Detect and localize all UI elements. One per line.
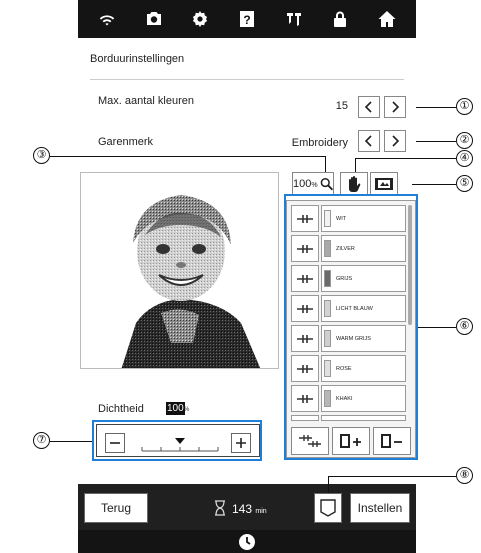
hand-tool-button[interactable] xyxy=(340,172,368,196)
density-unit: % xyxy=(184,407,190,413)
frame-preview-button[interactable] xyxy=(370,172,398,196)
callout-2: ② xyxy=(456,132,473,149)
density-value: 100 xyxy=(166,402,185,415)
thread-brand-next-button[interactable] xyxy=(384,130,406,152)
callout-7: ⑦ xyxy=(33,432,50,449)
frame-select-button[interactable] xyxy=(314,493,342,523)
embroidery-preview-image xyxy=(80,172,279,369)
bottom-action-bar: Terug 143 min Instellen xyxy=(78,484,416,530)
home-icon[interactable] xyxy=(374,6,400,32)
svg-text:?: ? xyxy=(243,13,250,27)
callout-3: ③ xyxy=(33,147,50,164)
magnifier-icon xyxy=(320,177,333,191)
callout-line-1 xyxy=(416,107,456,108)
callout-line-5 xyxy=(412,184,456,185)
settings-icon[interactable] xyxy=(187,6,213,32)
chevron-left-icon xyxy=(364,101,372,113)
max-colors-increase-button[interactable] xyxy=(384,96,406,118)
callout-4: ④ xyxy=(456,150,473,167)
back-button[interactable]: Terug xyxy=(84,493,148,523)
zoom-value: 100 xyxy=(293,178,312,190)
callout-line-4 xyxy=(355,158,456,159)
hand-icon xyxy=(349,176,361,192)
chevron-left-icon xyxy=(364,135,372,147)
hourglass-icon xyxy=(215,500,225,516)
callout-line-6 xyxy=(418,327,456,328)
chevron-right-icon xyxy=(392,135,400,147)
status-bar xyxy=(78,530,416,553)
frame-icon xyxy=(320,499,336,517)
clock-icon[interactable] xyxy=(238,533,256,551)
needle-icon[interactable] xyxy=(281,6,307,32)
time-unit: min xyxy=(255,508,267,515)
lock-icon[interactable] xyxy=(327,6,353,32)
zoom-button[interactable]: 100% xyxy=(292,172,334,196)
time-value: 143 xyxy=(232,502,253,516)
child-portrait-image xyxy=(81,173,278,368)
callout-line-7 xyxy=(50,441,92,442)
thread-brand-label: Garenmerk xyxy=(98,136,154,148)
callout-line-8 xyxy=(328,476,456,477)
page-title: Borduurinstellingen xyxy=(90,53,185,65)
max-colors-decrease-button[interactable] xyxy=(358,96,380,118)
callout-line-2 xyxy=(416,141,456,142)
chevron-right-icon xyxy=(392,101,400,113)
callout-line-8v xyxy=(328,476,329,493)
max-colors-label: Max. aantal kleuren xyxy=(98,95,194,107)
callout-line-3v xyxy=(325,156,326,172)
zoom-unit: % xyxy=(311,182,318,189)
wifi-icon[interactable] xyxy=(94,6,120,32)
callout-line-4v xyxy=(355,158,356,172)
stitch-time: 143 min xyxy=(232,502,267,516)
callout-6: ⑥ xyxy=(456,318,473,335)
hoop-icon xyxy=(375,178,393,190)
help-icon[interactable]: ? xyxy=(234,6,260,32)
density-label: Dichtheid xyxy=(98,403,144,415)
max-colors-value: 15 xyxy=(335,100,348,112)
thread-brand-value: Embroidery xyxy=(291,137,348,149)
top-toolbar: ? xyxy=(78,0,416,38)
title-divider xyxy=(90,79,404,80)
color-list-highlight xyxy=(284,194,418,460)
camera-icon[interactable] xyxy=(141,6,167,32)
set-button[interactable]: Instellen xyxy=(350,493,410,523)
density-highlight xyxy=(92,420,262,461)
callout-line-3 xyxy=(50,156,325,157)
callout-1: ① xyxy=(456,98,473,115)
thread-brand-prev-button[interactable] xyxy=(358,130,380,152)
callout-5: ⑤ xyxy=(456,175,473,192)
callout-8: ⑧ xyxy=(456,467,473,484)
